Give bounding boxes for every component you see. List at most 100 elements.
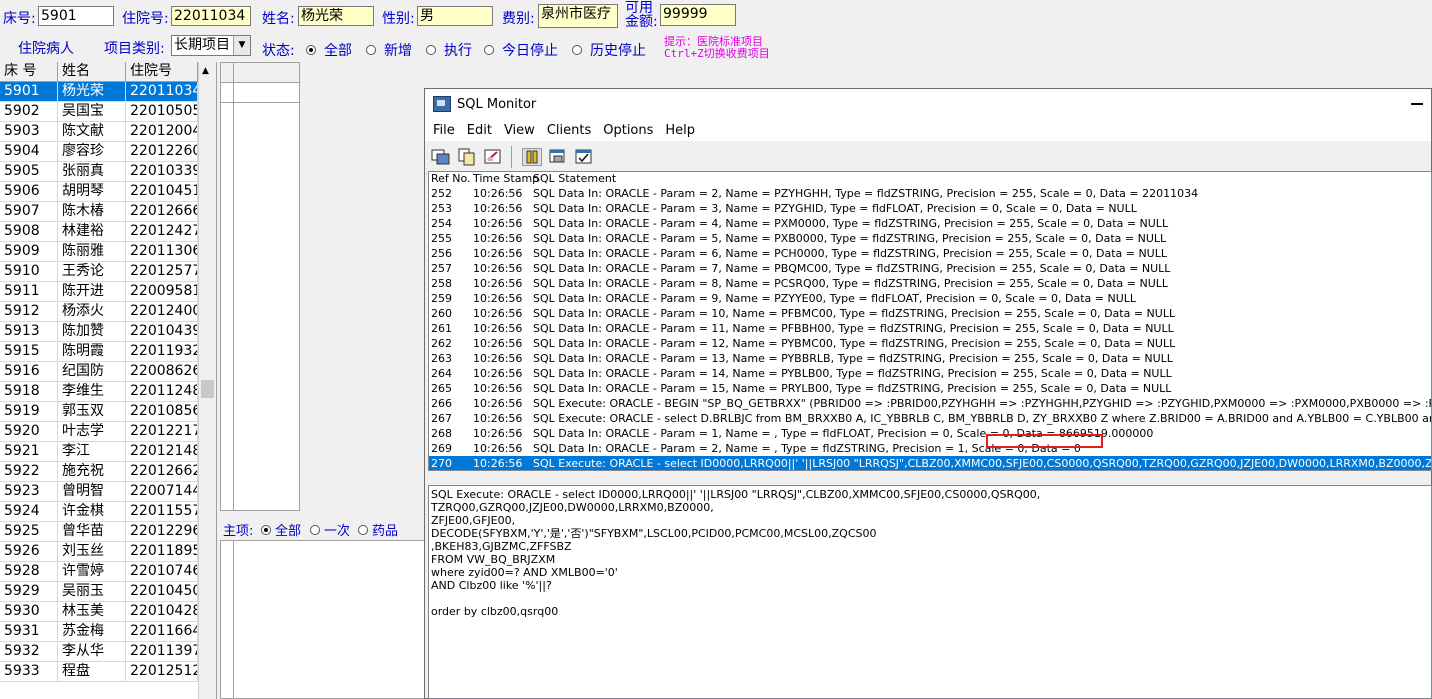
menu-file[interactable]: File xyxy=(433,123,455,138)
patient-name-cell: 曾明智 xyxy=(58,482,126,501)
sql-log-row[interactable]: 268 10:26:56 SQL Data In: ORACLE - Param =… xyxy=(429,426,1431,441)
filter-radio-once[interactable]: 一次 xyxy=(310,520,350,539)
save-log-icon[interactable] xyxy=(431,148,451,166)
status-radio-new[interactable]: 新增 xyxy=(366,40,412,60)
menu-edit[interactable]: Edit xyxy=(467,123,492,138)
sql-log-row[interactable]: 260 10:26:56 SQL Data In: ORACLE - Param =… xyxy=(429,306,1431,321)
sql-log-row[interactable]: 263 10:26:56 SQL Data In: ORACLE - Param =… xyxy=(429,351,1431,366)
sql-log-row[interactable]: 262 10:26:56 SQL Data In: ORACLE - Param =… xyxy=(429,336,1431,351)
patient-grid-scrollbar[interactable]: ▲ xyxy=(198,62,216,699)
patient-row[interactable]: 5931 苏金梅 22011664 xyxy=(0,622,216,642)
patient-row[interactable]: 5919 郭玉双 22010856 xyxy=(0,402,216,422)
column-header-statement[interactable]: SQL Statement xyxy=(533,172,1431,186)
patient-row[interactable]: 5928 许雪婷 22010746 xyxy=(0,562,216,582)
patient-row[interactable]: 5903 陈文献 22012004 xyxy=(0,122,216,142)
sql-log-row[interactable]: 258 10:26:56 SQL Data In: ORACLE - Param =… xyxy=(429,276,1431,291)
detail-grid[interactable] xyxy=(220,540,440,699)
sql-log-row[interactable]: 252 10:26:56 SQL Data In: ORACLE - Param =… xyxy=(429,186,1431,201)
patient-bed-cell: 5921 xyxy=(0,442,58,461)
checklist-icon[interactable] xyxy=(574,148,594,166)
patient-row[interactable]: 5920 叶志学 22012217 xyxy=(0,422,216,442)
patient-row[interactable]: 5932 李从华 22011397 xyxy=(0,642,216,662)
patient-row[interactable]: 5915 陈明霞 22011932 xyxy=(0,342,216,362)
patient-row[interactable]: 5929 吴丽玉 22010450 xyxy=(0,582,216,602)
sql-log-row[interactable]: 256 10:26:56 SQL Data In: ORACLE - Param =… xyxy=(429,246,1431,261)
patient-row[interactable]: 5908 林建裕 22012427 xyxy=(0,222,216,242)
patient-row[interactable]: 5921 李江 22012148 xyxy=(0,442,216,462)
status-radio-executing[interactable]: 执行 xyxy=(426,40,472,60)
patient-row[interactable]: 5906 胡明琴 22010451 xyxy=(0,182,216,202)
patient-row[interactable]: 5924 许金棋 22011557 xyxy=(0,502,216,522)
sql-time-cell: 10:26:56 xyxy=(473,262,523,275)
minimize-icon[interactable] xyxy=(1411,103,1423,105)
patient-row[interactable]: 5904 廖容珍 22012260 xyxy=(0,142,216,162)
column-header-name[interactable]: 姓名 xyxy=(58,62,126,81)
window-icon[interactable] xyxy=(548,148,568,166)
patient-row[interactable]: 5901 杨光荣 22011034 xyxy=(0,82,216,102)
patient-row[interactable]: 5923 曾明智 22007144 xyxy=(0,482,216,502)
name-field[interactable]: 杨光荣 xyxy=(298,6,374,26)
patient-row[interactable]: 5909 陈丽雅 22011306 xyxy=(0,242,216,262)
gender-field[interactable]: 男 xyxy=(417,6,493,26)
sql-log-row[interactable]: 269 10:26:56 SQL Data In: ORACLE - Param =… xyxy=(429,441,1431,456)
status-radio-stopped-today[interactable]: 今日停止 xyxy=(484,40,558,60)
bed-field[interactable]: 5901 xyxy=(38,6,114,26)
available-amount-field[interactable]: 99999 xyxy=(660,4,736,26)
filter-radio-all[interactable]: 全部 xyxy=(261,520,301,539)
patient-row[interactable]: 5916 纪国防 22008626 xyxy=(0,362,216,382)
order-grid[interactable] xyxy=(220,62,300,511)
scrollbar-thumb[interactable] xyxy=(201,380,214,398)
fee-field[interactable]: 泉州市医疗 xyxy=(538,4,618,28)
sql-log-row[interactable]: 267 10:26:56 SQL Execute: ORACLE - select … xyxy=(429,411,1431,426)
patient-row[interactable]: 5933 程盘 22012512 xyxy=(0,662,216,682)
patient-row[interactable]: 5910 王秀论 22012577 xyxy=(0,262,216,282)
patient-row[interactable]: 5902 吴国宝 22010505 xyxy=(0,102,216,122)
patient-admission-cell: 22011932 xyxy=(126,342,198,361)
patient-row[interactable]: 5905 张丽真 22010339 xyxy=(0,162,216,182)
clear-log-icon[interactable] xyxy=(483,148,503,166)
patient-row[interactable]: 5926 刘玉丝 22011895 xyxy=(0,542,216,562)
pause-icon[interactable] xyxy=(522,148,542,166)
patient-row[interactable]: 5911 陈开进 22009581 xyxy=(0,282,216,302)
patient-grid[interactable]: 床 号 姓名 住院号 5901 杨光荣 22011034 5902 吴国宝 2201050… xyxy=(0,62,217,699)
patient-row[interactable]: 5930 林玉美 22010428 xyxy=(0,602,216,622)
sql-log-row[interactable]: 264 10:26:56 SQL Data In: ORACLE - Param =… xyxy=(429,366,1431,381)
status-radio-stopped-history[interactable]: 历史停止 xyxy=(572,40,646,60)
menu-view[interactable]: View xyxy=(504,123,535,138)
sql-log-row[interactable]: 266 10:26:56 SQL Execute: ORACLE - BEGIN "… xyxy=(429,396,1431,411)
admission-field[interactable]: 22011034 xyxy=(171,6,251,26)
sql-log-row[interactable]: 259 10:26:56 SQL Data In: ORACLE - Param =… xyxy=(429,291,1431,306)
sql-log-row[interactable]: 253 10:26:56 SQL Data In: ORACLE - Param =… xyxy=(429,201,1431,216)
column-header-ref[interactable]: Ref No. xyxy=(429,172,473,186)
menu-clients[interactable]: Clients xyxy=(547,123,591,138)
patient-row[interactable]: 5922 施充祝 22012662 xyxy=(0,462,216,482)
status-radio-all[interactable]: 全部 xyxy=(306,40,352,60)
sql-log-row[interactable]: 257 10:26:56 SQL Data In: ORACLE - Param =… xyxy=(429,261,1431,276)
patient-row[interactable]: 5912 杨添火 22012400 xyxy=(0,302,216,322)
sql-monitor-window[interactable]: SQL Monitor File Edit View Clients Optio… xyxy=(424,88,1432,699)
filter-radio-drug[interactable]: 药品 xyxy=(358,520,398,539)
sql-statement-text[interactable]: SQL Execute: ORACLE - select ID0000,LRRQ… xyxy=(428,485,1432,699)
column-header-admission[interactable]: 住院号 xyxy=(126,62,198,81)
patient-row[interactable]: 5907 陈木椿 22012666 xyxy=(0,202,216,222)
sql-log-row[interactable]: 261 10:26:56 SQL Data In: ORACLE - Param =… xyxy=(429,321,1431,336)
column-header-time[interactable]: Time Stamp xyxy=(473,172,539,186)
menu-help[interactable]: Help xyxy=(665,123,695,138)
category-select[interactable]: 长期项目 ▼ xyxy=(171,35,251,56)
sql-log-row[interactable]: 265 10:26:56 SQL Data In: ORACLE - Param =… xyxy=(429,381,1431,396)
sql-log-list[interactable]: Ref No. Time Stamp SQL Statement 252 10:2… xyxy=(428,171,1432,471)
patient-row[interactable]: 5925 曾华苗 22012296 xyxy=(0,522,216,542)
menu-options[interactable]: Options xyxy=(603,123,653,138)
sql-log-row[interactable]: 255 10:26:56 SQL Data In: ORACLE - Param =… xyxy=(429,231,1431,246)
sql-log-row[interactable]: 270 10:26:56 SQL Execute: ORACLE - select … xyxy=(429,456,1431,470)
sql-monitor-titlebar[interactable]: SQL Monitor xyxy=(425,89,1431,119)
sql-time-cell: 10:26:56 xyxy=(473,427,523,440)
copy-icon[interactable] xyxy=(457,148,477,166)
sql-log-row[interactable]: 254 10:26:56 SQL Data In: ORACLE - Param =… xyxy=(429,216,1431,231)
patient-row[interactable]: 5913 陈加赞 22010439 xyxy=(0,322,216,342)
scroll-up-icon[interactable]: ▲ xyxy=(202,66,209,76)
sql-time-cell: 10:26:56 xyxy=(473,457,523,470)
column-header-bed[interactable]: 床 号 xyxy=(0,62,58,81)
patient-row[interactable]: 5918 李维生 22011248 xyxy=(0,382,216,402)
chevron-down-icon[interactable]: ▼ xyxy=(233,36,250,55)
